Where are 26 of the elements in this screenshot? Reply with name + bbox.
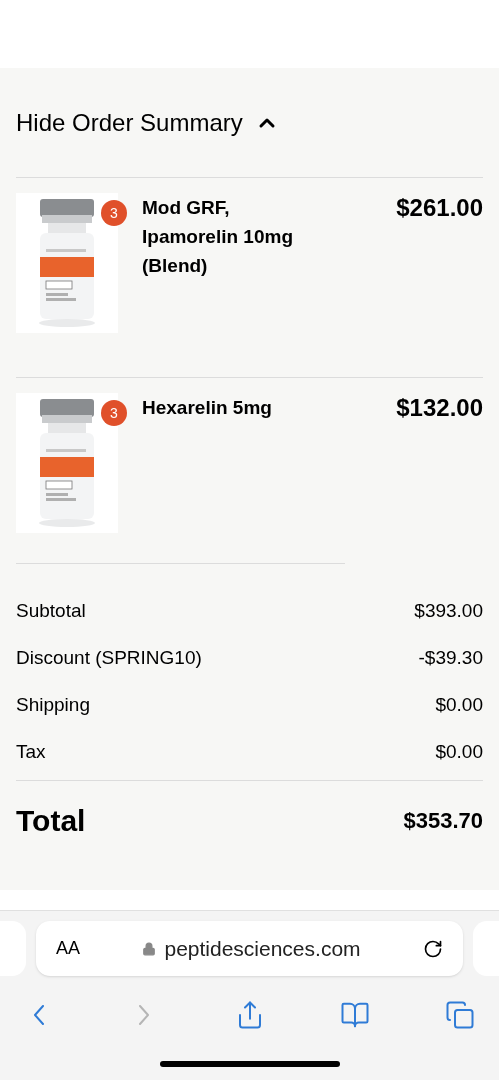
summary-value: $0.00 (435, 740, 483, 765)
product-name: Hexarelin 5mg (142, 396, 273, 420)
summary-label: Discount (SPRING10) (16, 646, 202, 671)
address-bar[interactable]: AA peptidesciences.com (36, 921, 463, 976)
summary-label: Subtotal (16, 599, 86, 624)
chevron-right-icon (138, 1005, 151, 1025)
lock-icon (142, 941, 157, 956)
quantity-badge: 3 (101, 400, 127, 426)
summary-value: $0.00 (435, 693, 483, 718)
quantity-badge: 3 (101, 200, 127, 226)
product-price: $132.00 (396, 393, 483, 423)
product-price: $261.00 (396, 193, 483, 223)
summary-label: Shipping (16, 693, 90, 718)
url-text: peptidesciences.com (164, 935, 361, 962)
text-size-button[interactable]: AA (56, 935, 80, 962)
order-summary-toggle[interactable]: Hide Order Summary (16, 68, 483, 178)
book-icon (339, 1000, 370, 1030)
total-label: Total (16, 803, 86, 839)
overlapping-squares-icon (445, 1000, 475, 1030)
product-name: Mod GRF, Ipamorelin 10mg (Blend) (142, 196, 294, 278)
chevron-left-icon (33, 1005, 45, 1025)
reload-button[interactable] (423, 938, 443, 959)
summary-label: Tax (16, 740, 46, 765)
summary-value: -$39.30 (418, 646, 483, 671)
total-value: $353.70 (403, 807, 483, 835)
summary-value: $393.00 (414, 599, 483, 624)
